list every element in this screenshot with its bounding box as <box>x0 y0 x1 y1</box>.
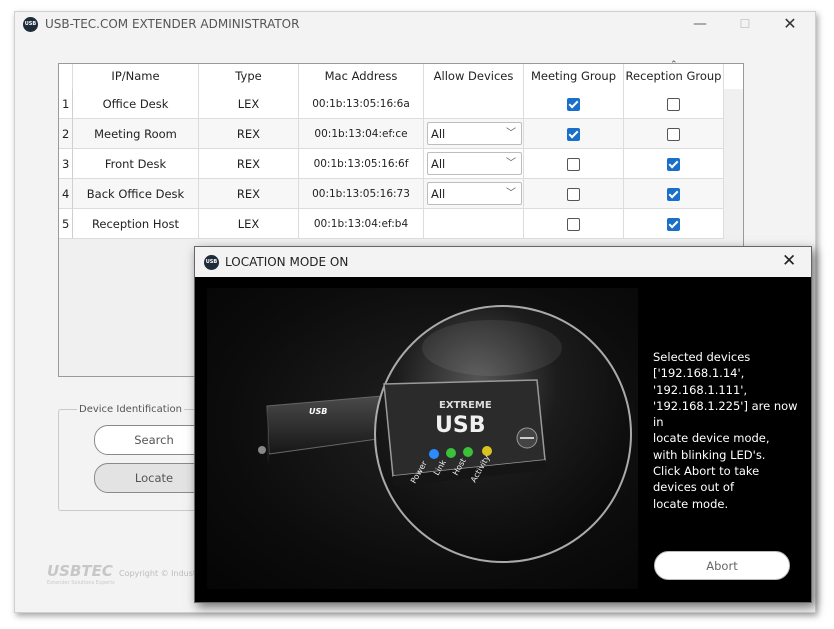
reception-group-cell <box>624 149 724 179</box>
meeting-group-cell <box>524 89 624 119</box>
column-header-ip-name[interactable]: IP/Name <box>73 64 199 89</box>
reception-group-cell <box>624 119 724 149</box>
ip-name-cell[interactable]: Meeting Room <box>73 119 199 149</box>
host-led-icon <box>463 447 473 457</box>
reception-group-checkbox[interactable] <box>667 128 680 141</box>
allow-devices-cell: All ﹀ <box>424 119 524 149</box>
allow-devices-dropdown[interactable]: All ﹀ <box>427 152 522 175</box>
mac-address-cell[interactable]: 00:1b:13:04:ef:b4 <box>299 209 424 239</box>
allow-devices-dropdown[interactable]: All ﹀ <box>427 182 522 205</box>
location-mode-message: Selected devices ['192.168.1.14', '192.1… <box>653 350 798 511</box>
column-header-type[interactable]: Type <box>199 64 299 89</box>
reception-group-checkbox[interactable] <box>667 188 680 201</box>
large-extender-device: EXTREME USB Power Link Host Activity <box>383 379 547 486</box>
minimize-button[interactable]: — <box>680 13 720 35</box>
type-cell[interactable]: REX <box>199 149 299 179</box>
meeting-group-cell <box>524 209 624 239</box>
row-number: 3 <box>59 149 73 179</box>
extender-photo: USB EXTREME USB Power Link Host Activity <box>207 288 638 589</box>
title-bar: USB USB-TEC.COM EXTENDER ADMINISTRATOR —… <box>15 12 815 38</box>
allow-devices-cell[interactable] <box>424 209 524 239</box>
dialog-logo-icon: USB <box>204 255 219 270</box>
meeting-group-checkbox[interactable] <box>567 98 580 111</box>
small-device-brand: USB <box>309 407 327 416</box>
reception-group-checkbox[interactable] <box>667 98 680 111</box>
brand-extreme-label: EXTREME <box>439 400 492 411</box>
ip-name-cell[interactable]: Front Desk <box>73 149 199 179</box>
type-cell[interactable]: LEX <box>199 209 299 239</box>
allow-devices-value: All <box>431 187 446 201</box>
column-header-mac-address[interactable]: Mac Address <box>299 64 424 89</box>
meeting-group-checkbox[interactable] <box>567 158 580 171</box>
table-row[interactable]: 1 Office Desk LEX 00:1b:13:05:16:6a <box>59 89 743 119</box>
column-header-meeting-group[interactable]: Meeting Group <box>524 64 624 89</box>
column-header-reception-group[interactable]: Reception Group <box>624 64 724 89</box>
table-row[interactable]: 3 Front Desk REX 00:1b:13:05:16:6f All ﹀ <box>59 149 743 179</box>
abort-button[interactable]: Abort <box>654 551 790 580</box>
mac-address-cell[interactable]: 00:1b:13:05:16:6f <box>299 149 424 179</box>
table-row[interactable]: 4 Back Office Desk REX 00:1b:13:05:16:73… <box>59 179 743 209</box>
column-header-allow-devices[interactable]: Allow Devices <box>424 64 524 89</box>
device-identification-legend: Device Identification <box>77 404 184 415</box>
reception-group-cell <box>624 179 724 209</box>
allow-devices-dropdown[interactable]: All ﹀ <box>427 122 522 145</box>
reception-group-checkbox[interactable] <box>667 158 680 171</box>
meeting-group-checkbox[interactable] <box>567 128 580 141</box>
meeting-group-checkbox[interactable] <box>567 218 580 231</box>
type-cell[interactable]: LEX <box>199 89 299 119</box>
row-number: 4 <box>59 179 73 209</box>
type-cell[interactable]: REX <box>199 119 299 149</box>
window-title: USB-TEC.COM EXTENDER ADMINISTRATOR <box>45 17 300 31</box>
row-number: 2 <box>59 119 73 149</box>
mac-address-cell[interactable]: 00:1b:13:05:16:73 <box>299 179 424 209</box>
mac-address-cell[interactable]: 00:1b:13:04:ef:ce <box>299 119 424 149</box>
power-led-icon <box>429 449 439 459</box>
brand-usb-label: USB <box>435 413 485 438</box>
allow-devices-value: All <box>431 157 446 171</box>
ip-name-cell[interactable]: Reception Host <box>73 209 199 239</box>
ip-name-cell[interactable]: Back Office Desk <box>73 179 199 209</box>
dialog-title-bar: USB LOCATION MODE ON ✕ <box>195 247 811 277</box>
app-logo-icon: USB <box>23 17 38 32</box>
chevron-down-icon: ﹀ <box>506 158 516 169</box>
row-number-header <box>59 64 73 89</box>
chevron-down-icon: ﹀ <box>506 128 516 139</box>
allow-devices-cell: All ﹀ <box>424 179 524 209</box>
meeting-group-cell <box>524 119 624 149</box>
allow-devices-value: All <box>431 127 446 141</box>
table-header: IP/Name Type Mac Address Allow Devices M… <box>59 64 743 89</box>
mac-address-cell[interactable]: 00:1b:13:05:16:6a <box>299 89 424 119</box>
ip-name-cell[interactable]: Office Desk <box>73 89 199 119</box>
meeting-group-checkbox[interactable] <box>567 188 580 201</box>
allow-devices-cell: All ﹀ <box>424 149 524 179</box>
table-row[interactable]: 5 Reception Host LEX 00:1b:13:04:ef:b4 <box>59 209 743 239</box>
table-row[interactable]: 2 Meeting Room REX 00:1b:13:04:ef:ce All… <box>59 119 743 149</box>
meeting-group-cell <box>524 179 624 209</box>
logo-tagline: Extender Solutions Experts <box>47 580 115 586</box>
chevron-down-icon: ﹀ <box>506 188 516 199</box>
reception-group-checkbox[interactable] <box>667 218 680 231</box>
location-mode-dialog: USB LOCATION MODE ON ✕ USB EXTREME USB P… <box>194 246 812 603</box>
row-number: 5 <box>59 209 73 239</box>
meeting-group-cell <box>524 149 624 179</box>
link-led-icon <box>446 448 456 458</box>
type-cell[interactable]: REX <box>199 179 299 209</box>
allow-devices-cell[interactable] <box>424 89 524 119</box>
dialog-close-button[interactable]: ✕ <box>782 251 796 271</box>
reception-group-cell <box>624 209 724 239</box>
dialog-title: LOCATION MODE ON <box>225 255 349 269</box>
close-button[interactable]: ✕ <box>770 13 810 35</box>
small-extender-device: USB <box>258 395 386 464</box>
copyright-text: Copyright © Industr <box>119 569 200 578</box>
reception-group-cell <box>624 89 724 119</box>
extender-illustration: USB EXTREME USB Power Link Host Activity <box>258 305 632 563</box>
maximize-button[interactable]: ☐ <box>725 13 765 35</box>
row-number: 1 <box>59 89 73 119</box>
usbtec-logo: USBTEC <box>47 562 113 580</box>
